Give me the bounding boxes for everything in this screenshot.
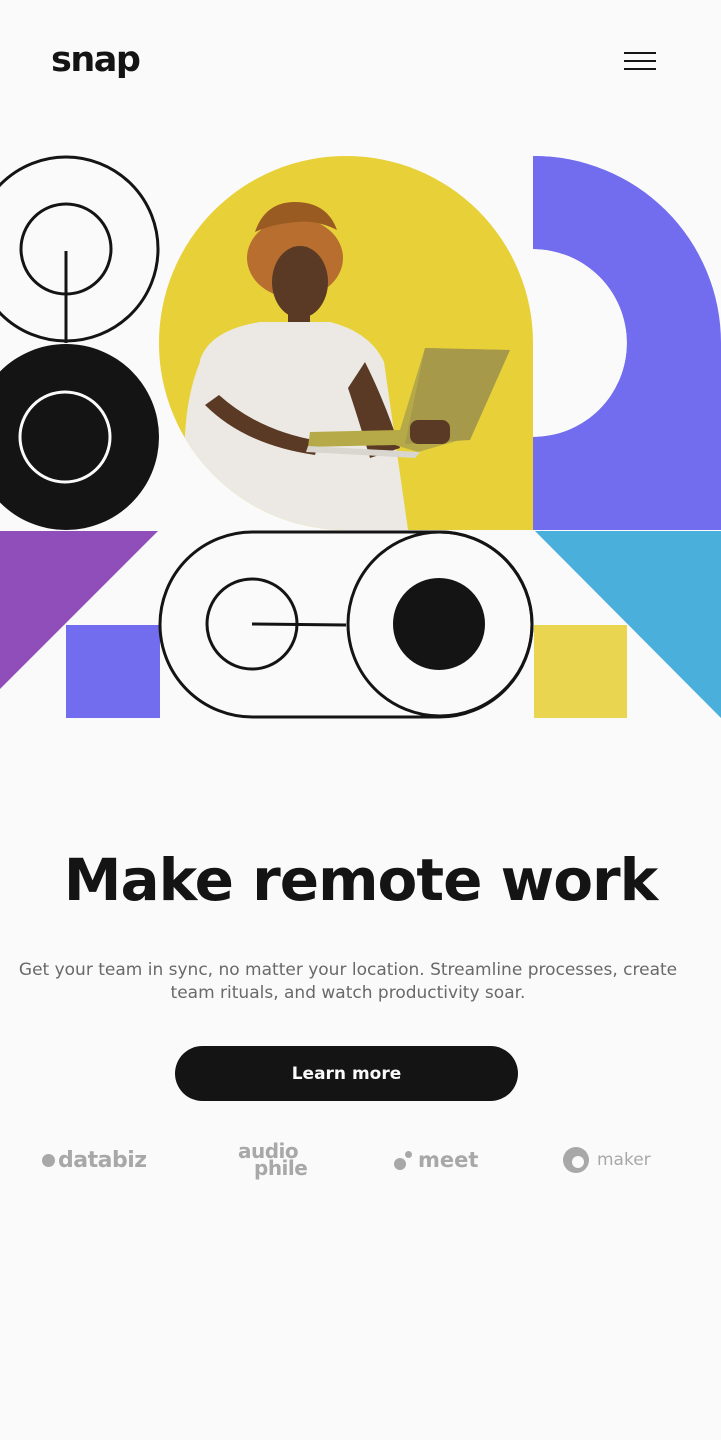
databiz-logo-text: databiz [58, 1147, 147, 1173]
audiophile-logo: audio phile [238, 1130, 308, 1190]
snap-logo[interactable]: snap [51, 38, 141, 82]
maker-logo: maker [563, 1130, 651, 1190]
learn-more-button[interactable]: Learn more [175, 1046, 518, 1101]
toggle-pill-shape [158, 530, 534, 719]
landing-page: snap Make remote work Get your team in s… [0, 0, 721, 1440]
hamburger-icon-bar [624, 60, 656, 62]
outline-circle-target-icon [0, 155, 160, 343]
menu-button[interactable] [620, 50, 660, 76]
hero-photo [159, 156, 533, 530]
databiz-dot-icon [42, 1153, 55, 1167]
hero-illustration [0, 155, 721, 719]
yellow-square-shape [534, 625, 627, 718]
hero-description: Get your team in sync, no matter your lo… [18, 960, 678, 1003]
databiz-logo: databiz [42, 1130, 147, 1190]
meet-dots-icon [392, 1149, 414, 1171]
meet-logo: meet [392, 1130, 478, 1190]
page-title: Make remote work [63, 846, 658, 914]
black-circle-ring-icon [0, 344, 159, 530]
meet-logo-text: meet [418, 1148, 479, 1172]
purple-square-shape [66, 625, 160, 718]
maker-logo-text: maker [597, 1150, 651, 1170]
audiophile-logo-text-2: phile [254, 1156, 308, 1180]
hamburger-icon-bar [624, 68, 656, 70]
purple-half-ring-fill [533, 155, 721, 530]
client-logos: databiz audio phile meet maker [0, 1130, 721, 1190]
maker-circle-icon [563, 1147, 589, 1173]
hamburger-icon [624, 52, 656, 54]
